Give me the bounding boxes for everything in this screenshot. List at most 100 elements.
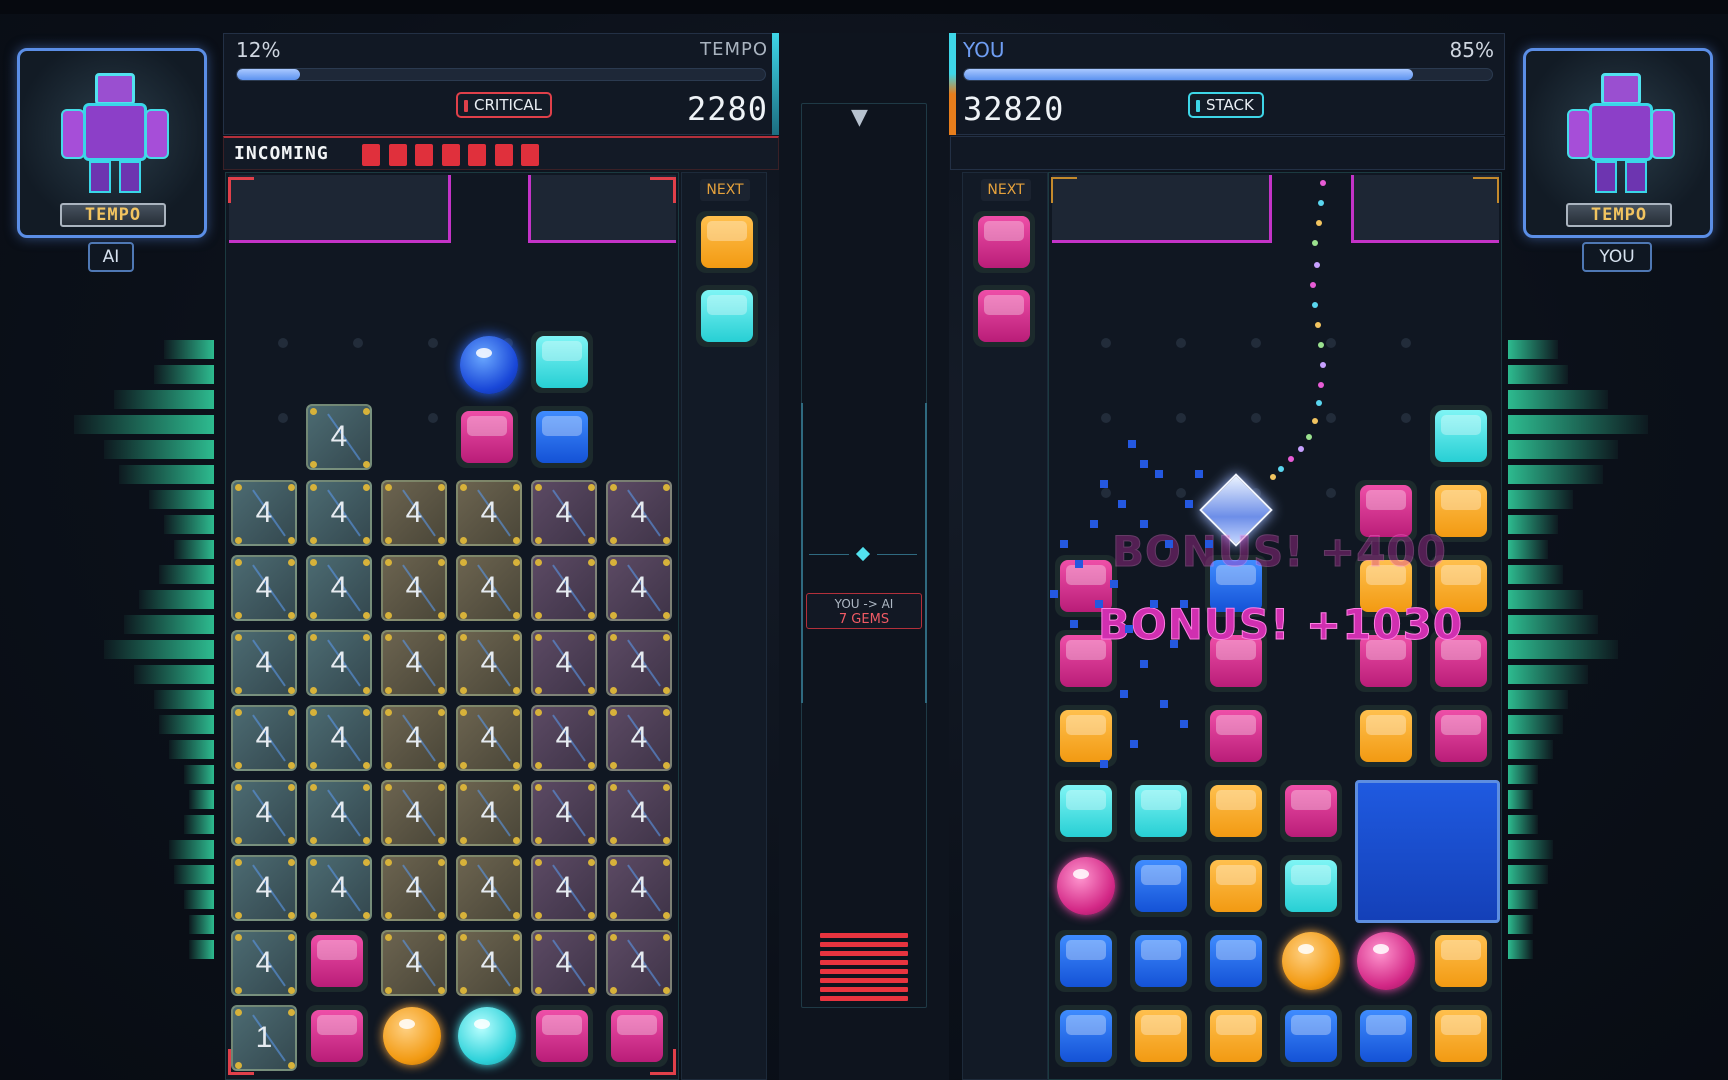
- attack-meter-segment: [820, 987, 908, 992]
- equalizer-bar: [1508, 465, 1603, 484]
- garbage-block: 4: [306, 705, 372, 771]
- sparkle-particle: [1318, 382, 1324, 388]
- garbage-block: 4: [381, 555, 447, 621]
- garbage-block: 4: [231, 855, 297, 921]
- cyan-gem: [1430, 405, 1492, 467]
- magenta-gem: [1280, 780, 1342, 842]
- cyan-orb-gem: [458, 1007, 516, 1065]
- grid-dot: [353, 338, 363, 348]
- transfer-direction: YOU -> AI: [834, 597, 894, 611]
- garbage-block: 4: [381, 780, 447, 846]
- blue-pixel-particle: [1050, 590, 1058, 598]
- magenta-gem: [306, 930, 368, 992]
- incoming-gem-marker: [362, 144, 380, 166]
- orange-orb-gem: [383, 1007, 441, 1065]
- equalizer-bar: [1508, 590, 1583, 609]
- large-blue-power-block: [1355, 780, 1500, 923]
- equalizer-bar: [1508, 640, 1618, 659]
- cyan-gem: [1130, 780, 1192, 842]
- sparkle-particle: [1318, 342, 1324, 348]
- ai-player-tag: AI: [88, 242, 134, 272]
- board-hopper-left: [1052, 175, 1272, 243]
- garbage-block: 4: [381, 930, 447, 996]
- center-divider: [809, 554, 849, 555]
- next-piece: [973, 285, 1035, 347]
- equalizer-left: [0, 340, 220, 965]
- ai-meter-label: TEMPO: [700, 39, 768, 60]
- equalizer-bar: [1508, 840, 1553, 859]
- garbage-block: 4: [531, 930, 597, 996]
- equalizer-bar: [159, 715, 214, 734]
- incoming-gem-marker: [468, 144, 486, 166]
- next-label: NEXT: [700, 179, 750, 201]
- blue-orb-gem: [460, 336, 518, 394]
- ai-game-board: 4444444444444444444444444444444444444444…: [225, 172, 679, 1080]
- garbage-block: 4: [456, 930, 522, 996]
- blue-pixel-particle: [1160, 700, 1168, 708]
- ai-progress-percent: 12%: [236, 38, 281, 62]
- blue-pixel-particle: [1185, 500, 1193, 508]
- grid-dot: [1326, 338, 1336, 348]
- board-corner: [1473, 177, 1499, 203]
- blue-gem: [1055, 930, 1117, 992]
- incoming-gem-marker: [521, 144, 539, 166]
- equalizer-bar: [1508, 765, 1538, 784]
- equalizer-bar: [139, 590, 214, 609]
- you-score: 32820: [963, 90, 1065, 128]
- garbage-block: 4: [381, 630, 447, 696]
- you-progress-fill: [964, 69, 1413, 80]
- equalizer-bar: [184, 765, 214, 784]
- you-avatar-card: TEMPO: [1523, 48, 1713, 238]
- equalizer-bar: [104, 440, 214, 459]
- blue-pixel-particle: [1150, 600, 1158, 608]
- magenta-gem: [531, 1005, 593, 1067]
- blue-gem: [1280, 1005, 1342, 1067]
- orange-orb-gem: [1282, 932, 1340, 990]
- you-progress-percent: 85%: [1449, 38, 1494, 62]
- you-header-panel: YOU 85% 32820 STACK: [950, 33, 1505, 135]
- sparkle-particle: [1320, 362, 1326, 368]
- equalizer-right: [1508, 340, 1728, 965]
- equalizer-bar: [1508, 515, 1558, 534]
- next-piece: [973, 211, 1035, 273]
- sparkle-particle: [1314, 262, 1320, 268]
- garbage-block: 4: [306, 555, 372, 621]
- garbage-block: 4: [456, 630, 522, 696]
- sparkle-particle: [1312, 418, 1318, 424]
- equalizer-bar: [1508, 415, 1648, 434]
- grid-dot: [1251, 338, 1261, 348]
- next-piece: [696, 211, 758, 273]
- sparkle-particle: [1320, 180, 1326, 186]
- incoming-garbage-bar: INCOMING: [223, 136, 779, 170]
- blue-pixel-particle: [1075, 560, 1083, 568]
- sparkle-particle: [1318, 200, 1324, 206]
- equalizer-bar: [169, 840, 214, 859]
- garbage-block: 4: [381, 480, 447, 546]
- equalizer-bar: [134, 665, 214, 684]
- avatar-name: TEMPO: [1566, 203, 1672, 227]
- equalizer-bar: [1508, 440, 1618, 459]
- attack-meter-segment: [820, 951, 908, 956]
- magenta-orb-gem: [1057, 857, 1115, 915]
- attack-meter-segment: [820, 942, 908, 947]
- magenta-orb-gem: [1357, 932, 1415, 990]
- sparkle-particle: [1310, 282, 1316, 288]
- grid-dot: [278, 338, 288, 348]
- equalizer-bar: [154, 690, 214, 709]
- equalizer-bar: [124, 615, 214, 634]
- grid-dot: [1326, 413, 1336, 423]
- sparkle-particle: [1288, 456, 1294, 462]
- garbage-block: 4: [531, 555, 597, 621]
- garbage-block: 4: [306, 404, 372, 470]
- next-piece: [696, 285, 758, 347]
- garbage-block: 4: [381, 855, 447, 921]
- blue-gem: [1130, 855, 1192, 917]
- garbage-block: 4: [606, 705, 672, 771]
- ai-progress-fill: [237, 69, 301, 80]
- incoming-gem-marker: [415, 144, 433, 166]
- garbage-block: 4: [531, 780, 597, 846]
- equalizer-bar: [1508, 565, 1563, 584]
- incoming-gem-marker: [441, 144, 460, 166]
- garbage-block: 4: [606, 555, 672, 621]
- stack-status-badge: STACK: [1188, 92, 1264, 118]
